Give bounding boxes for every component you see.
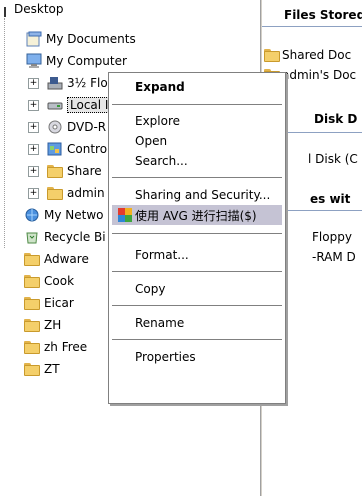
tree-item-my-computer[interactable]: My Computer (26, 52, 127, 70)
menu-item-search[interactable]: Search... (109, 151, 285, 171)
file-item-label: admin's Doc (282, 68, 357, 82)
menu-item-avg-scan[interactable]: 使用 AVG 进行扫描($) (112, 205, 282, 225)
my-computer-icon (26, 53, 42, 69)
menu-item-copy[interactable]: Copy (109, 279, 285, 299)
desktop-icon (4, 7, 12, 17)
recycle-bin-icon (24, 229, 40, 245)
network-icon (24, 207, 40, 223)
tree-item-my-documents[interactable]: My Documents (26, 30, 136, 48)
folder-icon (24, 251, 40, 267)
tree-item-cook[interactable]: Cook (24, 272, 74, 290)
expand-plus-icon[interactable]: + (28, 121, 39, 133)
tree-item-label: admin (67, 186, 105, 200)
menu-item-sharing-security[interactable]: Sharing and Security... (109, 185, 285, 205)
file-item-local-disk[interactable]: l Disk (C (308, 150, 358, 168)
folder-icon (47, 185, 63, 201)
tree-item-desktop[interactable]: Desktop (0, 2, 64, 20)
group-header-files-stored: Files Stored (284, 8, 362, 22)
tree-item-label: Share (67, 164, 102, 178)
menu-separator (112, 177, 282, 178)
tree-item-label: Recycle Bi (44, 230, 106, 244)
hard-disk-icon (47, 97, 63, 113)
tree-item-local-disk[interactable]: + Local I (28, 96, 112, 114)
tree-item-label: Local I (67, 97, 112, 113)
tree-item-label: Adware (44, 252, 89, 266)
menu-item-explore[interactable]: Explore (109, 111, 285, 131)
tree-item-recycle-bin[interactable]: Recycle Bi (24, 228, 106, 246)
tree-item-zt[interactable]: ZT (24, 360, 60, 378)
tree-item-zh-free[interactable]: zh Free (24, 338, 87, 356)
tree-item-my-network[interactable]: My Netwo (24, 206, 104, 224)
menu-item-expand[interactable]: Expand (109, 77, 285, 97)
folder-icon (47, 163, 63, 179)
expand-plus-icon[interactable]: + (28, 99, 39, 111)
expand-plus-icon[interactable]: + (28, 187, 39, 199)
floppy-drive-icon (47, 75, 63, 91)
tree-item-zh[interactable]: ZH (24, 316, 61, 334)
tree-line (4, 18, 5, 248)
menu-separator (112, 339, 282, 340)
folder-icon (24, 339, 40, 355)
menu-separator (112, 271, 282, 272)
group-header-removable: es wit (310, 192, 351, 206)
menu-item-open[interactable]: Open (109, 131, 285, 151)
tree-item-label: zh Free (44, 340, 88, 354)
dvd-drive-icon (47, 119, 63, 135)
tree-item-admin[interactable]: + admin (28, 184, 105, 202)
menu-separator (112, 233, 282, 234)
my-documents-icon (26, 31, 42, 47)
expand-plus-icon[interactable]: + (28, 165, 39, 177)
group-divider (262, 26, 362, 27)
menu-item-rename[interactable]: Rename (109, 313, 285, 333)
tree-item-adware[interactable]: Adware (24, 250, 89, 268)
menu-item-label: 使用 AVG 进行扫描($) (135, 208, 257, 223)
folder-icon (24, 317, 40, 333)
tree-item-control-panel[interactable]: + Contro (28, 140, 107, 158)
expand-plus-icon[interactable]: + (28, 143, 39, 155)
tree-item-label: Desktop (14, 2, 64, 16)
expand-plus-icon[interactable]: + (28, 77, 39, 89)
tree-item-label: My Documents (46, 32, 136, 46)
tree-item-label: My Netwo (44, 208, 104, 222)
file-item-dvd[interactable]: -RAM D (312, 248, 356, 266)
menu-separator (112, 305, 282, 306)
folder-icon (24, 361, 40, 377)
group-header-hard-disk: Disk D (314, 112, 358, 126)
file-item-floppy[interactable]: Floppy (312, 228, 352, 246)
tree-item-label: ZH (44, 318, 62, 332)
tree-item-shared[interactable]: + Share (28, 162, 102, 180)
control-panel-icon (47, 141, 63, 157)
tree-item-label: Eicar (44, 296, 74, 310)
menu-item-properties[interactable]: Properties (109, 347, 285, 367)
tree-item-label: ZT (44, 362, 60, 376)
folder-icon (24, 295, 40, 311)
tree-item-eicar[interactable]: Eicar (24, 294, 74, 312)
context-menu: Expand Explore Open Search... Sharing an… (108, 72, 286, 404)
tree-item-label: DVD-R (67, 120, 107, 134)
file-item-shared-docs[interactable]: Shared Doc (264, 46, 351, 64)
tree-item-label: My Computer (46, 54, 127, 68)
tree-item-dvd[interactable]: + DVD-R (28, 118, 106, 136)
tree-item-label: Cook (44, 274, 75, 288)
file-item-label: Shared Doc (282, 48, 352, 62)
menu-separator (112, 104, 282, 105)
avg-icon (118, 208, 132, 222)
tree-item-label: Contro (67, 142, 108, 156)
folder-icon (264, 48, 280, 62)
folder-icon (24, 273, 40, 289)
menu-item-format[interactable]: Format... (109, 245, 285, 265)
